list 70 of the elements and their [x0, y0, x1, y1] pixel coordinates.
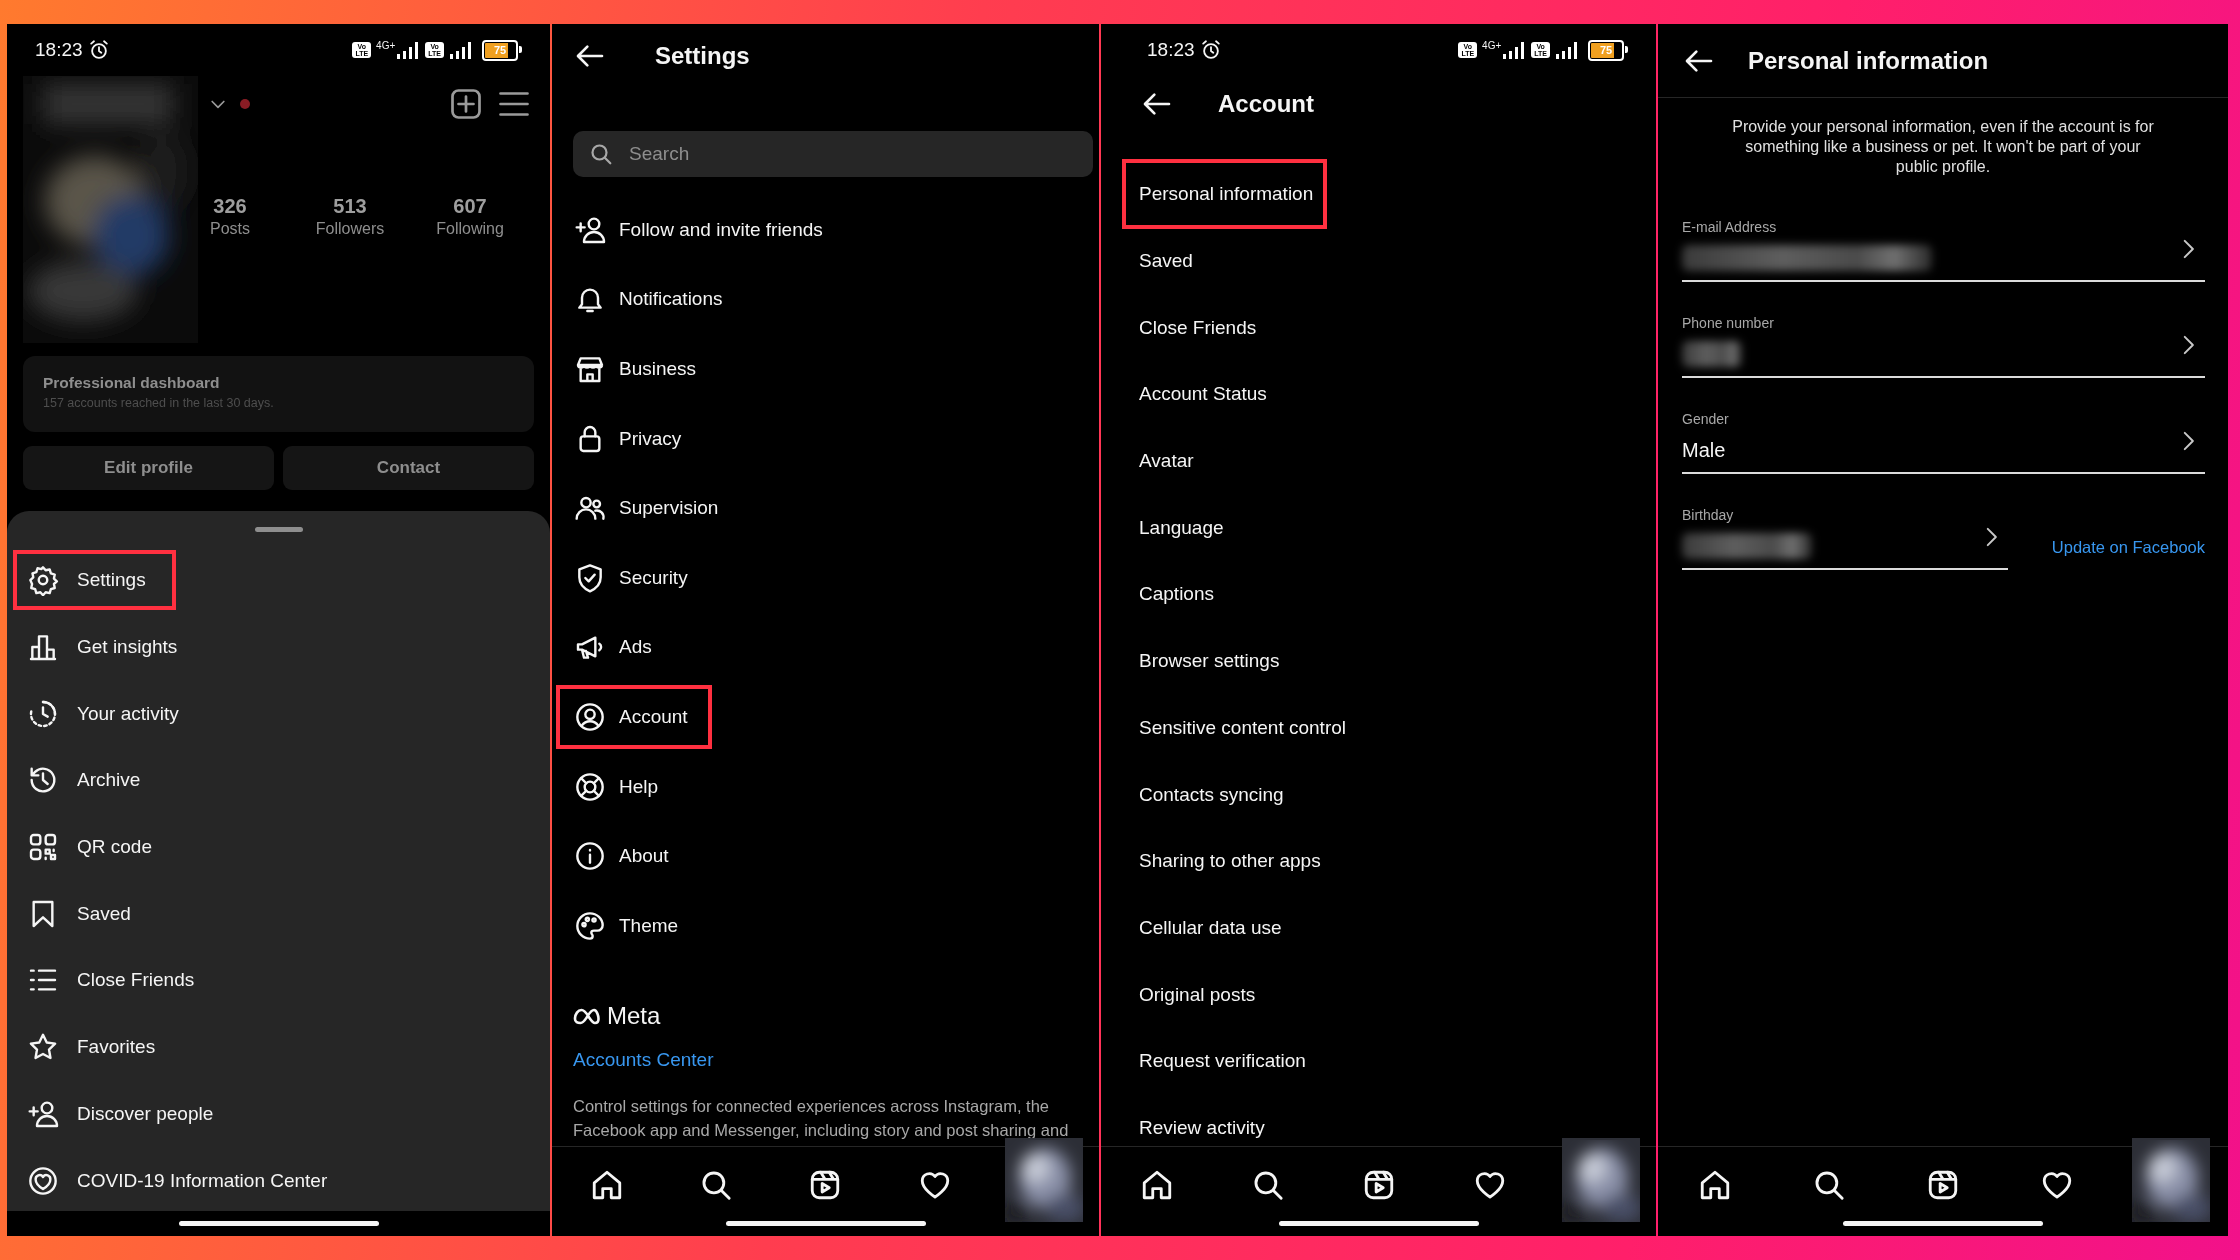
form-field[interactable]: Birthday: [1682, 506, 2008, 570]
menu-item[interactable]: Close Friends: [13, 950, 225, 1011]
add-icon[interactable]: [448, 86, 484, 122]
info-icon: [574, 840, 606, 873]
stat-count: 607: [452, 194, 488, 218]
stat-label: Followers: [314, 219, 386, 239]
menu-item[interactable]: Saved: [13, 883, 161, 944]
form-field[interactable]: Gender Male: [1682, 410, 2205, 474]
menu-item[interactable]: Settings: [13, 550, 176, 611]
stat-label: Following: [435, 219, 505, 239]
gear-icon: [27, 564, 59, 597]
notification-dot: [240, 99, 250, 109]
accounts-center-link[interactable]: Accounts Center: [573, 1044, 714, 1075]
field-value: Male: [1682, 438, 1726, 462]
list-item[interactable]: Ads: [556, 615, 676, 680]
status-time: 18:23: [35, 39, 83, 61]
menu-item[interactable]: COVID-19 Information Center: [13, 1150, 358, 1211]
menu-item[interactable]: Archive: [13, 750, 171, 811]
signal-icon: [1502, 41, 1527, 59]
menu-item[interactable]: Your activity: [13, 683, 209, 744]
menu-item[interactable]: Discover people: [13, 1083, 244, 1144]
menu-item[interactable]: QR code: [13, 817, 182, 878]
list-item[interactable]: Account: [556, 684, 712, 749]
screen-title: Personal information: [1748, 46, 1989, 75]
field-label: E-mail Address: [1682, 218, 1778, 236]
signal-icon: [449, 41, 473, 59]
blurred-value: [1682, 341, 1742, 367]
search-icon: [589, 142, 613, 166]
screen-title: Settings: [655, 42, 750, 70]
network-type: 4G+: [376, 39, 396, 51]
dashboard-title: Professional dashboard: [43, 373, 221, 393]
brand-name: Meta: [607, 1001, 661, 1030]
list-item[interactable]: Help: [556, 754, 683, 819]
stat-count: 513: [332, 194, 368, 218]
stat-count: 326: [212, 194, 248, 218]
description-text: Provide your personal information, even if the account is for something like a business or pet. It won't be part of your public profile.: [1731, 117, 2155, 177]
sheet-handle[interactable]: [254, 527, 303, 532]
description-text: Control settings for connected experiences across Instagram, the Facebook app and Messenger, including story and post sharing and: [573, 1095, 1070, 1141]
network-type: 4G+: [1482, 39, 1502, 51]
search-field[interactable]: Search: [573, 131, 1093, 177]
list-item[interactable]: Security: [556, 545, 712, 610]
list-item[interactable]: Theme: [556, 893, 703, 958]
stat-label: Posts: [209, 219, 251, 239]
field-label: Birthday: [1682, 506, 1735, 524]
menu-item[interactable]: Get insights: [13, 617, 208, 678]
signal-icon: [1555, 41, 1579, 59]
form-field[interactable]: Phone number: [1682, 314, 2205, 378]
list-item[interactable]: Follow and invite friends: [556, 197, 847, 262]
menu-item[interactable]: Favorites: [13, 1017, 186, 1078]
heart-circle-icon: [27, 1164, 59, 1197]
list-item[interactable]: Business: [556, 337, 721, 401]
update-link[interactable]: Update on Facebook: [2051, 537, 2205, 557]
list-item[interactable]: Supervision: [556, 476, 743, 541]
alarm-clock-icon: [87, 39, 110, 61]
lifebuoy-icon: [574, 770, 606, 803]
profile-button[interactable]: Edit profile: [23, 446, 274, 490]
palette-icon: [574, 909, 606, 942]
signal-icon: [396, 41, 421, 59]
field-label: Phone number: [1682, 314, 1775, 332]
status-time: 18:23: [1147, 39, 1195, 61]
list-item[interactable]: Personal information: [1122, 159, 1328, 230]
list-item[interactable]: Notifications: [556, 267, 747, 332]
form-field[interactable]: E-mail Address: [1682, 218, 2205, 282]
list-item[interactable]: Privacy: [556, 406, 706, 471]
alarm-clock-icon: [1199, 39, 1222, 61]
screen-title: Account: [1218, 90, 1314, 118]
profile-button[interactable]: Contact: [283, 446, 534, 490]
field-label: Gender: [1682, 410, 1730, 428]
list-item[interactable]: About: [556, 824, 693, 889]
person-circle-icon: [574, 700, 606, 733]
